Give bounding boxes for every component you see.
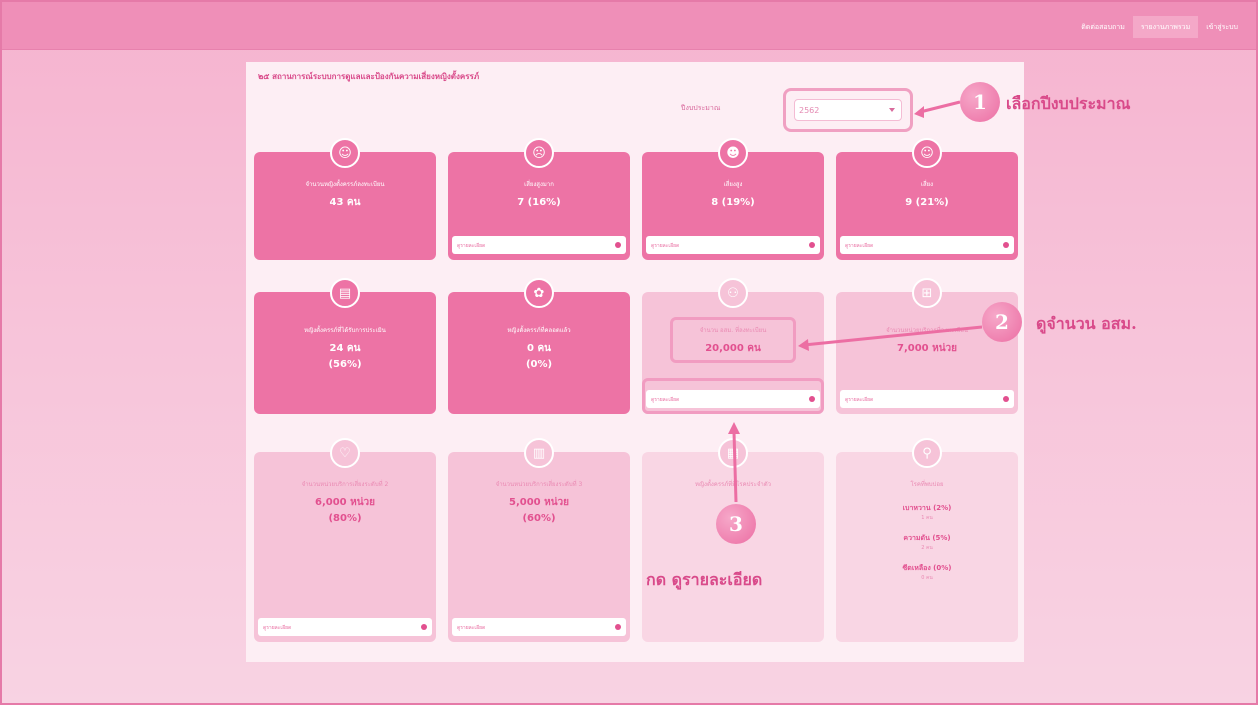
card-value: 6,000 หน่วย xyxy=(314,497,375,508)
disease-name: เบาหวาน (2%) xyxy=(902,504,952,512)
disease-count: 0 คน xyxy=(921,575,933,581)
card-risk-level-2: ♡ จำนวนหน่วยบริการเสี่ยงระดับที่ 2 6,000… xyxy=(254,438,436,642)
view-details-button[interactable]: ดูรายละเอียด xyxy=(646,390,820,408)
year-label: ปีงบประมาณ xyxy=(681,104,721,112)
heart-icon: ♡ xyxy=(330,438,360,468)
arrow-circle-icon xyxy=(1003,396,1009,402)
smile-icon: ☺ xyxy=(912,138,942,168)
view-details-label: ดูรายละเอียด xyxy=(457,243,486,249)
face-icon: ☹ xyxy=(524,138,554,168)
card-risk: ☺ เสี่ยง 9 (21%) ดูรายละเอียด xyxy=(836,138,1018,260)
card-label: หญิงตั้งครรภ์ที่คลอดแล้ว xyxy=(507,327,571,334)
card-value: 8 (19%) xyxy=(711,197,755,208)
card-percent: (60%) xyxy=(522,513,556,524)
card-label: หญิงตั้งครรภ์ที่มีโรคประจำตัว xyxy=(694,481,771,488)
card-value: 9 (21%) xyxy=(905,197,949,208)
top-navbar: ติดต่อสอบถาม รายงานภาพรวม เข้าสู่ระบบ xyxy=(2,2,1256,50)
card-label: จำนวนหน่วยบริการเสี่ยงระดับที่ 2 xyxy=(301,481,389,488)
year-select-highlight: 2562 xyxy=(783,88,913,132)
card-label: จำนวนหญิงตั้งครรภ์ลงทะเบียน xyxy=(305,181,385,188)
disease-count: 1 คน xyxy=(921,515,933,521)
card-percent: (56%) xyxy=(328,359,362,370)
view-details-label: ดูรายละเอียด xyxy=(845,397,874,403)
arrow-circle-icon xyxy=(615,624,621,630)
nav-contact[interactable]: ติดต่อสอบถาม xyxy=(1073,16,1133,38)
arrow-circle-icon xyxy=(1003,242,1009,248)
mother-icon: ✿ xyxy=(524,278,554,308)
card-label: จำนวน อสม. ที่ลงทะเบียน xyxy=(699,327,767,334)
view-details-label: ดูรายละเอียด xyxy=(651,243,680,249)
dashboard-panel: ๒๕ สถานการณ์ระบบการดูแลและป้องกันความเสี… xyxy=(246,62,1024,662)
document-icon: ▤ xyxy=(330,278,360,308)
arrow-circle-icon xyxy=(615,242,621,248)
card-label: เสี่ยงสูง xyxy=(723,181,743,188)
arrow-circle-icon xyxy=(809,242,815,248)
card-risk-level-3: ▥ จำนวนหน่วยบริการเสี่ยงระดับที่ 3 5,000… xyxy=(448,438,630,642)
chevron-down-icon xyxy=(889,108,895,112)
volunteer-count-highlight xyxy=(670,317,796,363)
card-high-risk: ☻ เสี่ยงสูง 8 (19%) ดูรายละเอียด xyxy=(642,138,824,260)
arrow-circle-icon xyxy=(809,396,815,402)
callout-1: 1 xyxy=(960,82,1000,122)
group-icon: ⚇ xyxy=(718,278,748,308)
callout-2-text: ดูจำนวน อสม. xyxy=(1036,314,1137,333)
view-details-button[interactable]: ดูรายละเอียด xyxy=(840,236,1014,254)
card-label: เสี่ยงสูงมาก xyxy=(524,181,554,188)
building-icon: ▥ xyxy=(524,438,554,468)
card-value: 43 คน xyxy=(329,197,361,208)
hospital-icon: ⊞ xyxy=(912,278,942,308)
view-details-button[interactable]: ดูรายละเอียด xyxy=(452,236,626,254)
nav-login[interactable]: เข้าสู่ระบบ xyxy=(1198,16,1246,38)
top-nav: ติดต่อสอบถาม รายงานภาพรวม เข้าสู่ระบบ xyxy=(1073,16,1246,38)
page-title: ๒๕ สถานการณ์ระบบการดูแลและป้องกันความเสี… xyxy=(258,72,480,81)
card-value: 0 คน xyxy=(527,343,551,354)
disease-name: ความดัน (5%) xyxy=(903,534,951,542)
view-details-label: ดูรายละเอียด xyxy=(457,625,486,631)
view-details-label: ดูรายละเอียด xyxy=(845,243,874,249)
card-label: เสี่ยง xyxy=(920,181,934,188)
callout-3-text: กด ดูรายละเอียด xyxy=(646,570,763,589)
card-label: หญิงตั้งครรภ์ที่ได้รับการประเมิน xyxy=(304,327,386,334)
card-value: 7 (16%) xyxy=(517,197,561,208)
view-details-button[interactable]: ดูรายละเอียด xyxy=(258,618,432,636)
view-details-button[interactable]: ดูรายละเอียด xyxy=(840,390,1014,408)
card-percent: (80%) xyxy=(328,513,362,524)
card-percent: (0%) xyxy=(525,359,553,370)
card-very-high-risk: ☹ เสี่ยงสูงมาก 7 (16%) ดูรายละเอียด xyxy=(448,138,630,260)
card-volunteers: ⚇ จำนวน อสม. ที่ลงทะเบียน 20,000 คน ดูรา… xyxy=(642,278,824,414)
view-details-button[interactable]: ดูรายละเอียด xyxy=(646,236,820,254)
view-details-button[interactable]: ดูรายละเอียด xyxy=(452,618,626,636)
card-chronic-disease: ▦ หญิงตั้งครรภ์ที่มีโรคประจำตัว xyxy=(642,438,824,642)
view-details-label: ดูรายละเอียด xyxy=(263,625,292,631)
card-assessed: ▤ หญิงตั้งครรภ์ที่ได้รับการประเมิน 24 คน… xyxy=(254,278,436,414)
callout-2: 2 xyxy=(982,302,1022,342)
card-registered-pregnant: ☺ จำนวนหญิงตั้งครรภ์ลงทะเบียน 43 คน xyxy=(254,138,436,260)
card-value: 20,000 คน xyxy=(705,343,761,354)
baby-icon: ☺ xyxy=(330,138,360,168)
callout-1-text: เลือกปีงบประมาณ xyxy=(1006,94,1131,113)
face-icon: ☻ xyxy=(718,138,748,168)
year-select-value: 2562 xyxy=(799,106,820,115)
card-value: 5,000 หน่วย xyxy=(508,497,569,508)
card-value: 7,000 หน่วย xyxy=(896,343,957,354)
callout-3: 3 xyxy=(716,504,756,544)
card-label: โรคที่พบบ่อย xyxy=(910,481,944,488)
view-details-label: ดูรายละเอียด xyxy=(651,397,680,403)
card-delivered: ✿ หญิงตั้งครรภ์ที่คลอดแล้ว 0 คน (0%) xyxy=(448,278,630,414)
search-icon: ⚲ xyxy=(912,438,942,468)
card-value: 24 คน xyxy=(329,343,361,354)
nav-overview-report[interactable]: รายงานภาพรวม xyxy=(1132,16,1199,38)
year-select[interactable]: 2562 xyxy=(794,99,902,121)
card-label: จำนวนหน่วยบริการเสี่ยงระดับที่ 3 xyxy=(495,481,583,488)
disease-name: ซีดเหลือง (0%) xyxy=(902,564,952,572)
card-common-diseases: ⚲ โรคที่พบบ่อย เบาหวาน (2%) 1 คน ความดัน… xyxy=(836,438,1018,642)
clipboard-icon: ▦ xyxy=(718,438,748,468)
arrow-circle-icon xyxy=(421,624,427,630)
disease-count: 2 คน xyxy=(921,545,933,551)
